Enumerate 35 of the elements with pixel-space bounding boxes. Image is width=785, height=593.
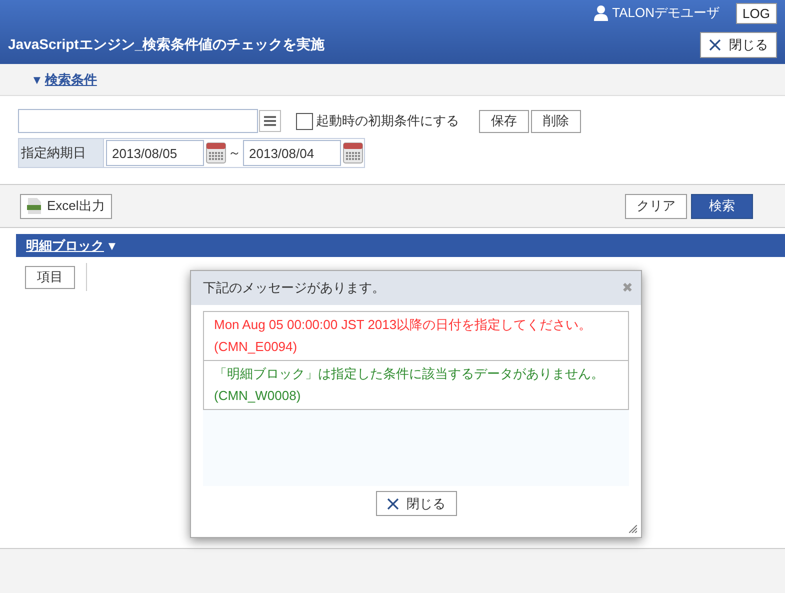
action-button[interactable]: 削除 — [531, 110, 581, 132]
message-text: 「明細ブロック」は指定した条件に該当するデータがありません。 — [214, 365, 605, 383]
message-code: (CMN_E0094) — [214, 338, 298, 356]
search-conditions-link[interactable]: 検索条件 — [44, 70, 97, 90]
message-code: (CMN_W0008) — [214, 387, 302, 405]
user-name: TALONデモユーザ — [612, 4, 720, 22]
close-icon — [709, 38, 721, 50]
condition-name-field[interactable] — [18, 109, 258, 133]
close-button[interactable]: 閉じる — [700, 32, 777, 58]
range-separator: ～ — [228, 144, 241, 162]
checkbox[interactable] — [296, 112, 313, 130]
action-button[interactable]: 保存 — [479, 110, 529, 132]
dialog-title: 下記のメッセージがあります。 — [203, 279, 385, 298]
window-title: JavaScriptエンジン_検索条件値のチェックを実施 — [8, 35, 325, 54]
logout-button[interactable]: LOG — [736, 2, 777, 24]
toggle-icon[interactable]: ▼ — [31, 70, 43, 88]
list-icon[interactable] — [259, 110, 281, 132]
spreadsheet-icon — [27, 198, 41, 214]
toggle-icon[interactable]: ▼ — [106, 236, 118, 254]
date-to-field[interactable]: 2013/08/04 — [243, 140, 341, 166]
user-icon — [594, 5, 608, 21]
date-from-field[interactable]: 2013/08/05 — [106, 140, 204, 166]
detail-block-link[interactable]: 明細ブロック — [26, 236, 104, 256]
checkbox-label: 起動時の初期条件にする — [316, 112, 459, 130]
field-label: 指定納期日 — [19, 139, 104, 167]
clear-button[interactable]: クリア — [625, 194, 687, 218]
message-text: Mon Aug 05 00:00:00 JST 2013以降の日付を指定してください。 — [214, 316, 593, 334]
search-button[interactable]: 検索 — [691, 194, 753, 218]
dialog-close-button[interactable]: 閉じる — [376, 491, 456, 516]
calendar-icon[interactable] — [206, 142, 226, 164]
close-icon — [386, 498, 398, 510]
calendar-icon[interactable] — [343, 142, 363, 164]
excel-export-button[interactable]: Excel出力 — [20, 194, 112, 218]
columns-button[interactable]: 項目 — [25, 266, 75, 288]
resize-grip-icon[interactable] — [629, 525, 637, 533]
